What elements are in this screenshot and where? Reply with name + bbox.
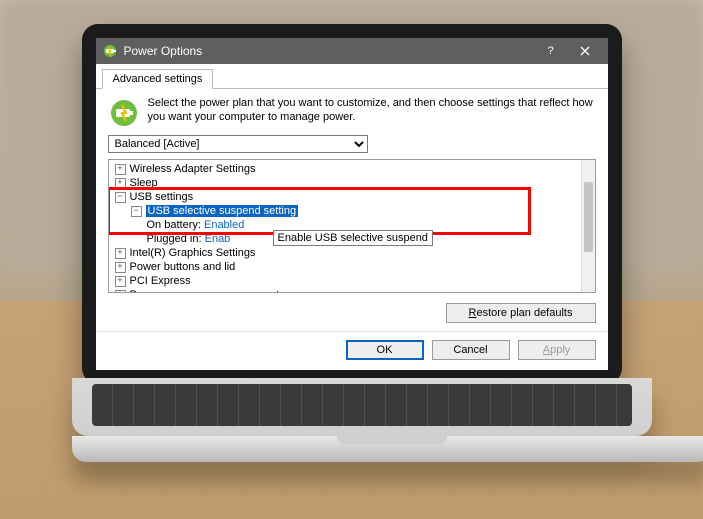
- power-plan-icon: [108, 97, 140, 129]
- screen-bezel: Power Options ? Advanced settings: [82, 24, 622, 384]
- apply-button[interactable]: Apply: [518, 340, 596, 360]
- restore-defaults-button[interactable]: Restore plan defaults: [446, 303, 596, 323]
- red-highlight-box: [108, 187, 531, 235]
- expand-icon[interactable]: +: [115, 262, 126, 273]
- power-options-icon: [102, 43, 118, 59]
- laptop-keyboard: [72, 378, 652, 436]
- power-options-dialog: Power Options ? Advanced settings: [96, 38, 608, 370]
- tab-strip: Advanced settings: [96, 64, 608, 89]
- expand-icon[interactable]: +: [115, 248, 126, 259]
- tab-advanced-settings[interactable]: Advanced settings: [102, 69, 214, 89]
- settings-tree[interactable]: +Wireless Adapter Settings +Sleep −USB s…: [108, 159, 596, 293]
- laptop-frame: Power Options ? Advanced settings: [72, 24, 632, 462]
- close-button[interactable]: [568, 38, 602, 64]
- close-icon: [580, 46, 590, 56]
- help-button[interactable]: ?: [534, 38, 568, 64]
- description-text: Select the power plan that you want to c…: [148, 97, 596, 129]
- titlebar: Power Options ?: [96, 38, 608, 64]
- power-plan-select[interactable]: Balanced [Active]: [108, 135, 368, 153]
- laptop-base: [72, 436, 703, 462]
- window-title: Power Options: [124, 44, 534, 58]
- tree-item-intel-graphics[interactable]: +Intel(R) Graphics Settings: [111, 246, 581, 260]
- tooltip: Enable USB selective suspend: [273, 230, 433, 246]
- screen: Power Options ? Advanced settings: [96, 38, 608, 370]
- tree-scrollbar[interactable]: [581, 160, 595, 292]
- expand-icon[interactable]: +: [115, 276, 126, 287]
- cancel-button[interactable]: Cancel: [432, 340, 510, 360]
- tree-item-power-buttons[interactable]: +Power buttons and lid: [111, 260, 581, 274]
- expand-icon[interactable]: +: [115, 164, 126, 175]
- tree-item-wireless[interactable]: +Wireless Adapter Settings: [111, 162, 581, 176]
- scrollbar-thumb[interactable]: [584, 182, 593, 252]
- intro-row: Select the power plan that you want to c…: [108, 97, 596, 129]
- tree-item-processor[interactable]: +Processor power management: [111, 288, 581, 293]
- dialog-content: Select the power plan that you want to c…: [96, 89, 608, 331]
- expand-icon[interactable]: +: [115, 290, 126, 294]
- ok-button[interactable]: OK: [346, 340, 424, 360]
- dialog-footer: OK Cancel Apply: [96, 331, 608, 370]
- tree-item-pci-express[interactable]: +PCI Express: [111, 274, 581, 288]
- restore-row: Restore plan defaults: [108, 299, 596, 323]
- power-plan-row: Balanced [Active]: [108, 135, 596, 153]
